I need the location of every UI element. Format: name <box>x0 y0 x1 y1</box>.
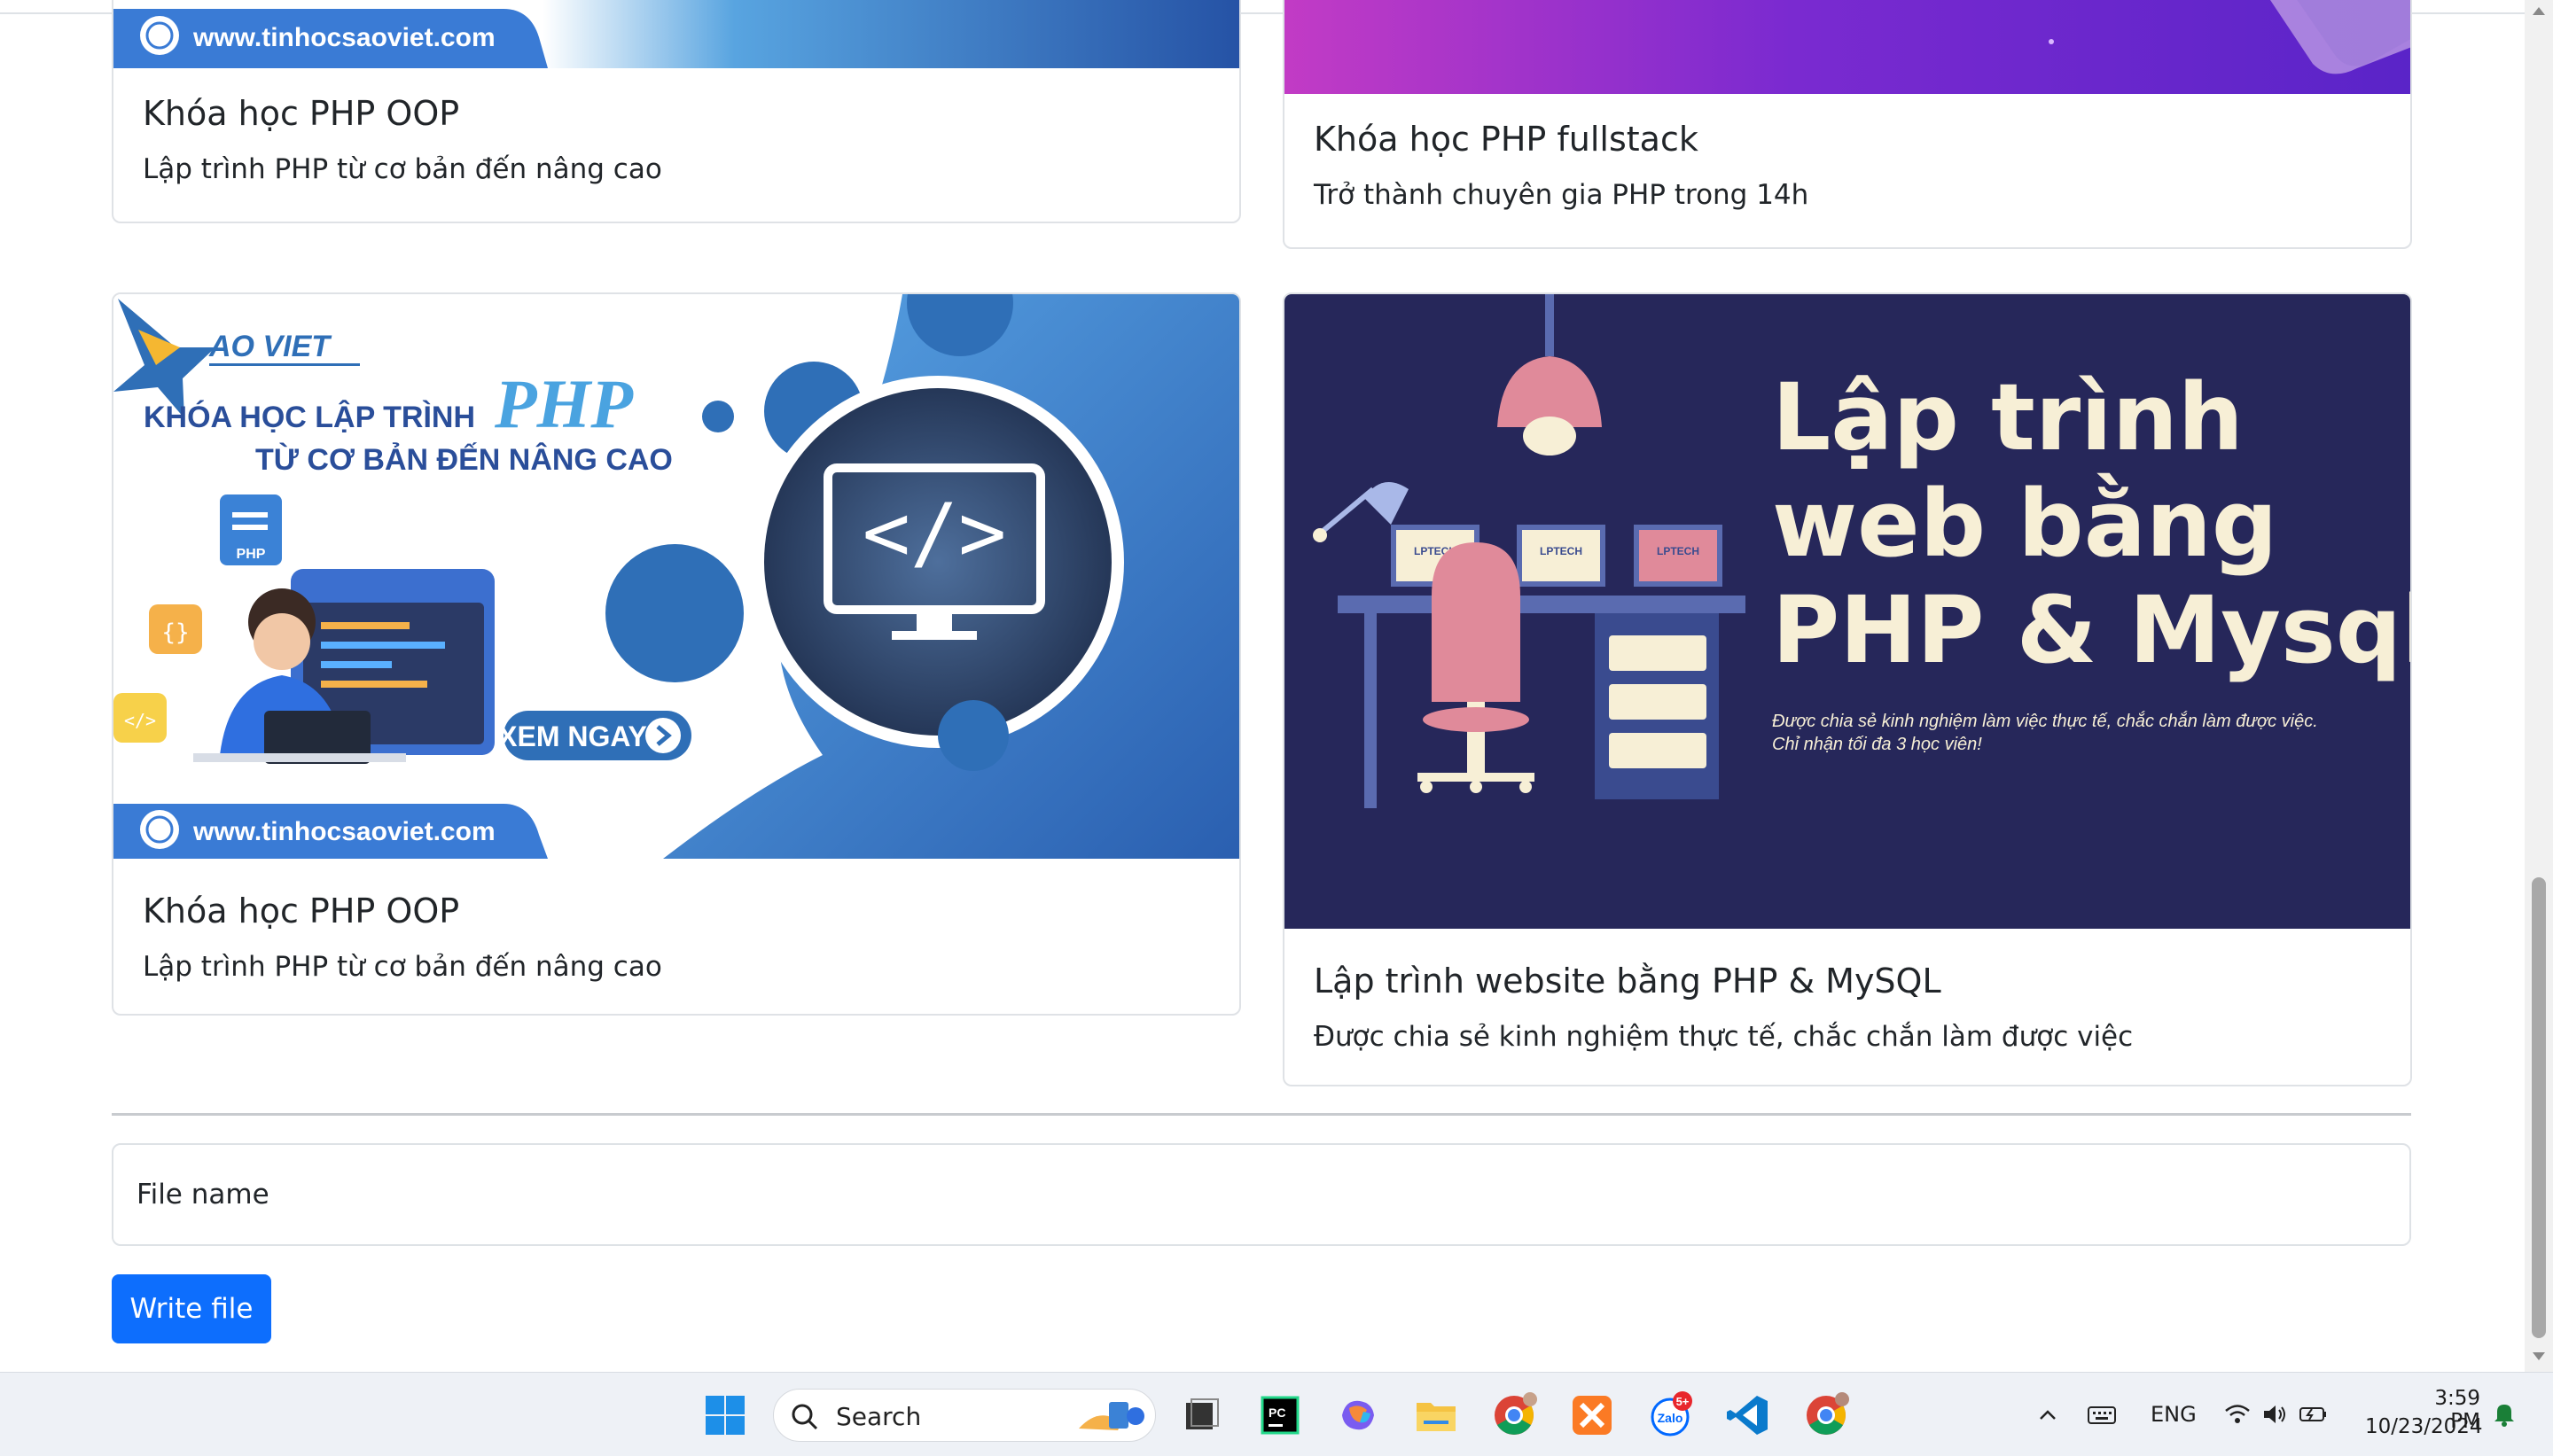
wifi-icon[interactable] <box>2223 1401 2252 1428</box>
chevron-up-icon[interactable] <box>2035 1403 2060 1428</box>
card-title: Khóa học PHP OOP <box>143 94 460 133</box>
search-icon <box>792 1404 818 1430</box>
card-text: Lập trình PHP từ cơ bản đến nâng cao <box>143 153 662 185</box>
taskbar-search[interactable]: Search <box>773 1389 1156 1442</box>
course-banner-image: LPTECH LPTECH LPTECH Lập trình web bằng … <box>1284 294 2410 929</box>
zalo-badge: 5+ <box>1676 1395 1690 1408</box>
banner-line-3: PHP & Mysql <box>1772 576 2410 684</box>
taskbar: Search PC Zalo 5+ ENG 3:59 PM 10/23/2024 <box>0 1372 2553 1456</box>
laptop-label: LPTECH <box>1657 545 1699 557</box>
keyboard-icon[interactable] <box>2087 1403 2117 1428</box>
zalo-icon[interactable]: Zalo 5+ <box>1645 1390 1695 1440</box>
banner-headline: KHÓA HỌC LẬP TRÌNH <box>144 401 475 434</box>
card-text: Trở thành chuyên gia PHP trong 14h <box>1314 179 1809 211</box>
card-title: Khóa học PHP OOP <box>143 892 460 930</box>
banner-brand: AO VIET <box>208 330 332 363</box>
svg-text:PC: PC <box>1269 1405 1285 1420</box>
file-name-field[interactable] <box>112 1143 2411 1246</box>
volume-icon[interactable] <box>2260 1401 2289 1428</box>
card-text: Được chia sẻ kinh nghiệm thực tế, chắc c… <box>1314 1021 2134 1053</box>
file-name-input[interactable] <box>113 1145 2409 1244</box>
svg-text:</>: </> <box>124 710 156 731</box>
course-banner-image <box>1284 0 2410 94</box>
language-indicator[interactable]: ENG <box>2151 1402 2197 1427</box>
search-placeholder: Search <box>836 1402 922 1431</box>
chrome-icon[interactable] <box>1489 1390 1539 1440</box>
task-view-icon[interactable] <box>1177 1390 1227 1440</box>
svg-text:</>: </> <box>863 487 1007 580</box>
scroll-up-arrow-icon[interactable] <box>2533 7 2545 15</box>
clock-date[interactable]: 10/23/2024 <box>2365 1415 2483 1438</box>
banner-cta: XEM NGAY <box>498 720 647 752</box>
banner-sub-2: Chỉ nhận tối đa 3 học viên! <box>1772 735 1982 754</box>
course-card: www.tinhocsaoviet.com Khóa học PHP OOP L… <box>112 0 1241 223</box>
laptop-label: LPTECH <box>1540 545 1582 557</box>
banner-url-text: www.tinhocsaoviet.com <box>192 23 496 52</box>
card-text: Lập trình PHP từ cơ bản đến nâng cao <box>143 951 662 983</box>
search-highlight-icon <box>1079 1402 1144 1430</box>
banner-headline-2: TỪ CƠ BẢN ĐẾN NÂNG CAO <box>255 443 673 477</box>
windows-start-icon[interactable] <box>700 1390 750 1440</box>
banner-headline-php: PHP <box>494 365 634 442</box>
course-card: LPTECH LPTECH LPTECH Lập trình web bằng … <box>1283 292 2412 1086</box>
write-file-button[interactable]: Write file <box>112 1274 271 1343</box>
divider <box>112 1113 2411 1116</box>
course-banner-image: </> AO VIET KHÓA HỌC LẬP TRÌNH PHP TỪ CƠ… <box>113 294 1239 859</box>
course-banner-image: www.tinhocsaoviet.com <box>113 0 1239 68</box>
course-card: Khóa học PHP fullstack Trở thành chuyên … <box>1283 0 2412 249</box>
battery-icon[interactable] <box>2298 1401 2330 1428</box>
banner-line-1: Lập trình <box>1772 363 2244 471</box>
file-explorer-icon[interactable] <box>1411 1390 1461 1440</box>
banner-url-text: www.tinhocsaoviet.com <box>192 817 496 846</box>
svg-text:{}: {} <box>161 619 189 646</box>
scrollbar-thumb[interactable] <box>2532 877 2546 1338</box>
zalo-label: Zalo <box>1658 1411 1683 1425</box>
notification-bell-icon[interactable] <box>2491 1399 2518 1428</box>
pycharm-icon[interactable]: PC <box>1255 1390 1305 1440</box>
banner-sub-1: Được chia sẻ kinh nghiệm làm việc thực t… <box>1772 711 2318 731</box>
copilot-icon[interactable] <box>1333 1390 1383 1440</box>
card-title: Lập trình website bằng PHP & MySQL <box>1314 962 1941 1001</box>
scroll-down-arrow-icon[interactable] <box>2533 1352 2545 1360</box>
course-card: </> AO VIET KHÓA HỌC LẬP TRÌNH PHP TỪ CƠ… <box>112 292 1241 1016</box>
chrome-profile-icon[interactable] <box>1801 1390 1851 1440</box>
php-file-label: PHP <box>237 547 266 562</box>
vscode-icon[interactable] <box>1723 1390 1773 1440</box>
xampp-icon[interactable] <box>1567 1390 1617 1440</box>
page-content: www.tinhocsaoviet.com Khóa học PHP OOP L… <box>0 0 2525 1372</box>
card-title: Khóa học PHP fullstack <box>1314 120 1698 159</box>
banner-line-2: web bằng <box>1772 470 2277 578</box>
vertical-scrollbar[interactable] <box>2525 0 2553 1372</box>
